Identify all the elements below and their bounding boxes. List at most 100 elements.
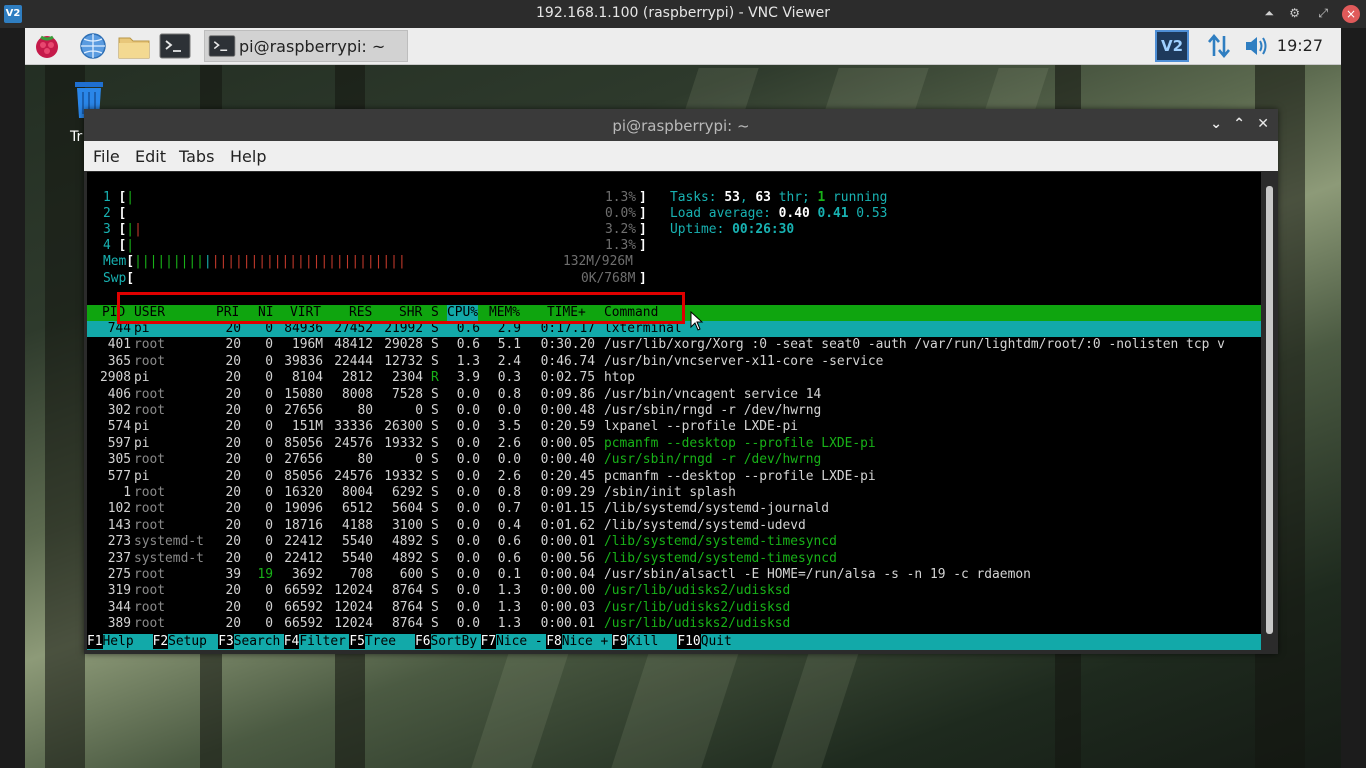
fkey-f2[interactable]: F2Setup (152, 634, 215, 650)
cell-pri: 20 (225, 599, 241, 615)
fkey-key: F6 (415, 634, 431, 649)
fkey-key: F9 (611, 634, 628, 649)
cell-cpu: 0.0 (456, 485, 480, 500)
raspberry-menu-icon[interactable] (33, 32, 61, 60)
cell-shr: 4892 (391, 550, 423, 566)
fkey-key: F10 (677, 634, 701, 649)
vnc-close-button[interactable]: × (1342, 5, 1360, 23)
cell-shr: 0 (415, 403, 423, 418)
fkey-f4[interactable]: F4Filter (283, 634, 346, 650)
cell-mem: 2.6 (497, 468, 521, 484)
uptime: Uptime: 00:26:30 (670, 222, 795, 237)
cell-mem: 0.8 (497, 485, 521, 500)
cell-cmd: pcmanfm --desktop --profile LXDE-pi (604, 435, 876, 451)
minimize-icon[interactable]: ⌄ (1210, 116, 1222, 132)
menu-edit[interactable]: Edit (135, 147, 166, 166)
cell-cpu: 0.0 (456, 599, 480, 615)
volume-icon[interactable] (1243, 32, 1271, 60)
cell-cmd: htop (604, 370, 636, 386)
cell-shr: 26300 (384, 419, 423, 435)
web-browser-icon[interactable] (79, 32, 107, 60)
fkey-f9[interactable]: F9Kill (611, 634, 674, 650)
process-row[interactable]: 275 root 39 19 3692 708 600 S 0.0 0.1 0:00.04/usr/… (87, 567, 1261, 583)
fkey-label: Nice + (561, 634, 609, 649)
cell-pri: 20 (225, 386, 241, 402)
cell-ni: 0 (265, 616, 273, 632)
terminal-titlebar[interactable]: pi@raspberrypi: ~ ⌄ ⌃ ✕ (84, 109, 1278, 141)
cell-pid: 305 (107, 452, 131, 468)
fkey-f7[interactable]: F7Nice - (480, 634, 543, 650)
fkey-f8[interactable]: F8Nice + (546, 634, 608, 650)
cell-s: S (431, 386, 439, 402)
cell-pid: 597 (107, 435, 131, 451)
fkey-key: F5 (349, 634, 365, 649)
cell-time: 0:02.75 (540, 370, 595, 386)
cell-mem: 5.1 (497, 337, 521, 353)
process-row[interactable]: 406 root 20 0 15080 8008 7528 S 0.0 0.8 0:09.86/us… (87, 387, 1261, 403)
process-row[interactable]: 401 root 20 0 196M 48412 29028 S 0.6 5.1 0:30.20/u… (87, 337, 1261, 353)
cell-pid: 273 (107, 534, 131, 550)
cell-virt: 66592 (284, 599, 323, 615)
menu-tabs[interactable]: Tabs (179, 147, 214, 166)
fkey-f6[interactable]: F6SortBy (415, 634, 477, 650)
fkey-f10[interactable]: F10Quit (677, 634, 732, 650)
process-row[interactable]: 597 pi 20 0 85056 24576 19332 S 0.0 2.6 0:00.05 pcm… (87, 436, 1261, 452)
cell-cpu: 0.0 (456, 419, 480, 435)
vnc-toolbar-toggle-icon[interactable]: ⏶ (1264, 6, 1274, 21)
cell-cmd: /usr/lib/udisks2/udisksd (604, 599, 791, 615)
vnc-fullscreen-icon[interactable]: ⤢ (1318, 6, 1328, 21)
process-row[interactable]: 273 systemd-t 20 0 22412 5540 4892 S 0.0 0.6 0:00.… (87, 534, 1261, 550)
process-row[interactable]: 365 root 20 0 39836 22444 12732 S 1.3 2.4 0:46.74 /… (87, 354, 1261, 370)
cell-res: 4188 (341, 517, 373, 533)
scrollbar-thumb[interactable] (1266, 186, 1273, 634)
vnc-settings-icon[interactable]: ⚙ (1289, 6, 1300, 20)
htop-screen[interactable]: 1 [| 2 [ 3 [|| 4 [| 1.3% 0.0% 3.2% 1.3% … (87, 172, 1261, 650)
cell-s: S (431, 353, 439, 369)
terminal-scrollbar[interactable] (1263, 172, 1276, 650)
cell-virt: 22412 (284, 534, 323, 550)
close-icon[interactable]: ✕ (1257, 116, 1269, 132)
process-row[interactable]: 577 pi 20 0 85056 24576 19332 S 0.0 2.6 0:20.45 pcm… (87, 469, 1261, 485)
cell-user: root (134, 517, 166, 533)
cell-shr: 6292 (391, 485, 423, 500)
fkey-f3[interactable]: F3Search (218, 634, 280, 650)
process-row[interactable]: 237 systemd-t 20 0 22412 5540 4892 S 0.0 0.6 0:00.… (87, 551, 1261, 567)
cell-virt: 15080 (284, 386, 323, 402)
cell-pri: 20 (225, 468, 241, 484)
process-row[interactable]: 102 root 20 0 19096 6512 5604 S 0.0 0.7 0:01.15/li… (87, 501, 1261, 517)
vnc-server-tray-icon[interactable]: V2 (1155, 30, 1189, 62)
maximize-icon[interactable]: ⌃ (1233, 116, 1245, 132)
cell-ni: 0 (265, 435, 273, 451)
terminal-launcher-icon[interactable] (159, 32, 191, 60)
taskbar-terminal-task[interactable]: pi@raspberrypi: ~ (204, 30, 408, 62)
process-row[interactable]: 143 root 20 0 18716 4188 3100 S 0.0 0.4 0:01.62/li… (87, 518, 1261, 534)
cell-cpu: 0.0 (456, 534, 480, 550)
process-row[interactable]: 319 root 20 0 66592 12024 8764 S 0.0 1.3 0:00.00/u… (87, 583, 1261, 599)
cell-s: S (431, 468, 439, 484)
process-row[interactable]: 389 root 20 0 66592 12024 8764 S 0.0 1.3 0:00.01/u… (87, 616, 1261, 632)
fkey-f1[interactable]: F1Help (87, 634, 149, 650)
cell-time: 0:00.48 (540, 403, 595, 418)
process-row[interactable]: 574 pi 20 0 151M 33336 26300 S 0.0 3.5 0:20.59 lxpa… (87, 419, 1261, 435)
cell-pid: 365 (107, 353, 131, 369)
cell-shr: 0 (415, 452, 423, 468)
cell-cmd: /usr/sbin/alsactl -E HOME=/run/alsa -s -… (604, 567, 1031, 582)
cpu-3-percent: 3.2% (605, 222, 637, 237)
process-row[interactable]: 2908 pi 20 0 8104 2812 2304 R 3.9 0.3 0:02.75 htop (87, 370, 1261, 386)
menu-help[interactable]: Help (230, 147, 266, 166)
network-updown-icon[interactable] (1205, 32, 1233, 60)
trash-label: Tr (70, 129, 83, 145)
cell-pri: 20 (225, 501, 241, 517)
process-row[interactable]: 1 root 20 0 16320 8004 6292 S 0.0 0.8 0:09.29/sbin… (87, 485, 1261, 501)
cell-ni: 0 (265, 468, 273, 484)
fkey-label: Help (102, 634, 150, 649)
cell-user: systemd-t (134, 534, 204, 550)
process-row[interactable]: 302 root 20 0 27656 80 0 S 0.0 0.0 0:00.48/usr/sbi… (87, 403, 1261, 419)
process-row[interactable]: 344 root 20 0 66592 12024 8764 S 0.0 1.3 0:00.03/u… (87, 600, 1261, 616)
fkey-f5[interactable]: F5Tree (349, 634, 411, 650)
process-row[interactable]: 305 root 20 0 27656 80 0 S 0.0 0.0 0:00.40/usr/sbi… (87, 452, 1261, 468)
cell-time: 0:09.86 (540, 386, 595, 402)
menu-file[interactable]: File (93, 147, 120, 166)
file-manager-icon[interactable] (117, 32, 151, 60)
cell-pid: 406 (107, 386, 131, 402)
